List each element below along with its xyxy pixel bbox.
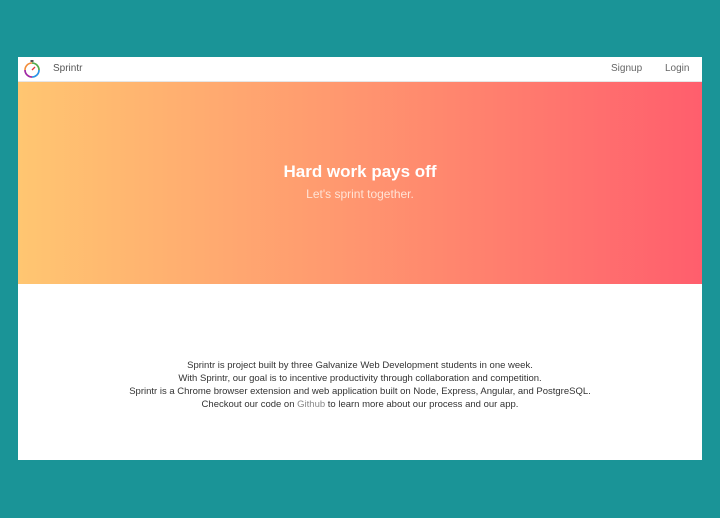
- navbar: Sprintr Signup Login: [18, 57, 702, 82]
- about-line: Sprintr is project built by three Galvan…: [187, 360, 533, 371]
- about-line: Sprintr is a Chrome browser extension an…: [129, 386, 591, 397]
- about-line: Checkout our code on Github to learn mor…: [18, 398, 702, 411]
- github-link[interactable]: Github: [297, 399, 325, 410]
- login-link[interactable]: Login: [665, 63, 689, 74]
- about-text: to learn more about our process and our …: [325, 399, 519, 410]
- hero-banner: Hard work pays off Let's sprint together…: [18, 82, 702, 284]
- about-text: Checkout our code on: [201, 399, 298, 410]
- browser-viewport: Sprintr Signup Login Hard work pays off …: [18, 57, 702, 460]
- brand-name[interactable]: Sprintr: [53, 63, 82, 74]
- signup-link[interactable]: Signup: [611, 63, 642, 74]
- about-section: Sprintr is project built by three Galvan…: [18, 359, 702, 411]
- hero-subtitle: Let's sprint together.: [306, 187, 414, 201]
- stopwatch-icon[interactable]: [22, 59, 42, 79]
- hero-title: Hard work pays off: [283, 162, 437, 181]
- about-line: With Sprintr, our goal is to incentive p…: [178, 373, 542, 384]
